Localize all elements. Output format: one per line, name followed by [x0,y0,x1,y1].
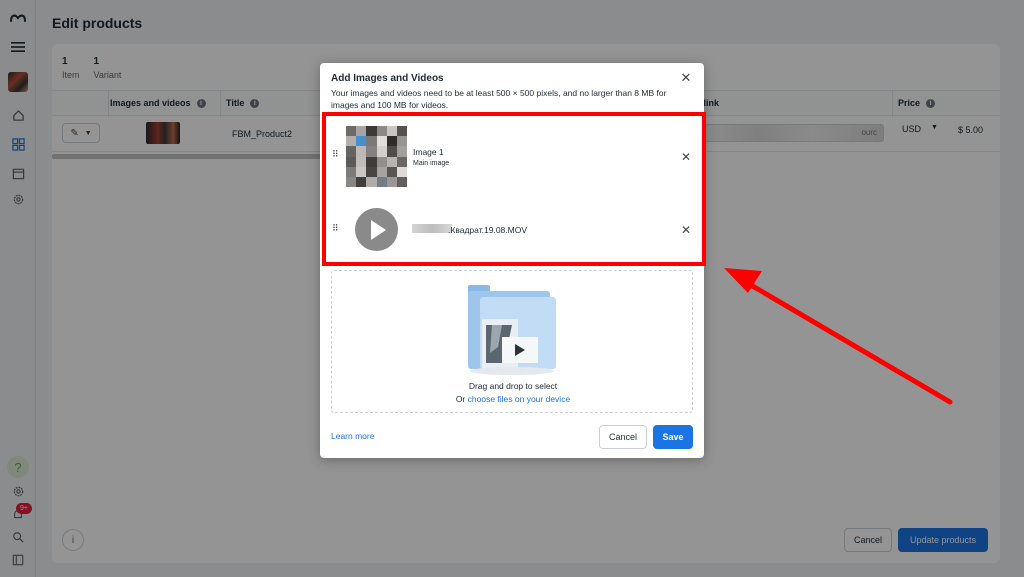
annotation-arrow-icon [724,268,953,405]
